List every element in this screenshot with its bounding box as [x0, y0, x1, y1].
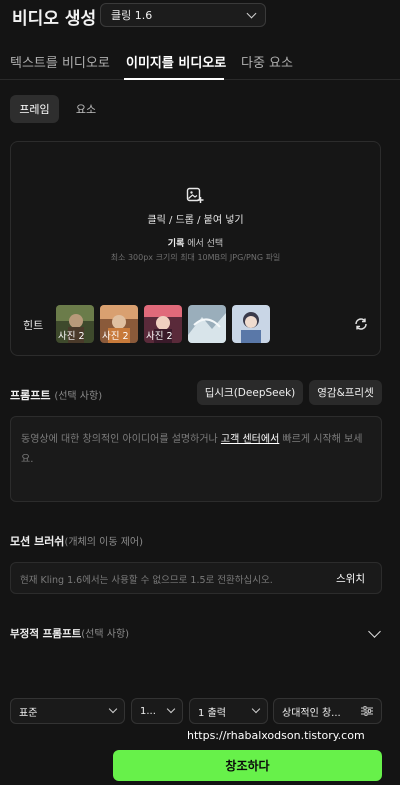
tab-image-to-video[interactable]: 이미지를 비디오로 — [126, 52, 226, 71]
refresh-icon[interactable] — [354, 317, 368, 331]
relative-settings-value: 상대적인 창... — [282, 707, 341, 719]
hint-thumbnail[interactable]: 사진 2 장 — [56, 305, 94, 343]
switch-button[interactable]: 스위치 — [336, 571, 365, 586]
hint-label: 힌트 — [23, 319, 44, 332]
active-tab-indicator — [124, 78, 224, 80]
image-add-icon — [186, 187, 204, 203]
prompt-placeholder-start: 동영상에 대한 창의적인 아이디어를 설명하거나 — [21, 434, 221, 445]
prompt-optional: (선택 사항) — [54, 391, 103, 402]
output-count-value: 1 출력 — [198, 707, 226, 719]
subtab-element[interactable]: 요소 — [66, 95, 106, 123]
thumbnail-caption: 사진 2 장 — [102, 331, 129, 342]
model-select[interactable]: 클링 1.6 — [100, 3, 266, 27]
mode-tabs: 텍스트를 비디오로 이미지를 비디오로 다중 요소 — [0, 42, 400, 80]
record-suffix: 에서 선택 — [184, 239, 224, 249]
generate-button[interactable]: 창조하다 — [113, 750, 382, 781]
output-count-select[interactable]: 1 출력 — [189, 698, 268, 724]
prompt-label: 프롬프트 (선택 사항) — [10, 387, 102, 403]
chevron-down-icon — [108, 704, 118, 714]
hint-thumbnail[interactable]: 사진 2 장 — [144, 305, 182, 343]
inspiration-presets-button[interactable]: 영감&프리셋 — [309, 380, 382, 405]
upload-requirements: 최소 300px 크기의 최대 10MB의 JPG/PNG 파일 — [110, 253, 281, 262]
hint-thumbnail[interactable] — [232, 305, 270, 343]
tab-multi-element[interactable]: 다중 요소 — [241, 52, 293, 71]
thumbnail-image — [232, 305, 270, 343]
upload-record-line: 기록 에서 선택 — [0, 236, 391, 249]
motion-brush-label-text: 모션 브러쉬 — [10, 535, 65, 548]
mode-select-value: 표준 — [19, 707, 38, 719]
prompt-label-text: 프롬프트 — [10, 389, 51, 402]
aspect-ratio-value: 1... — [140, 705, 156, 717]
motion-brush-note: (개체의 이동 제어) — [64, 537, 143, 548]
mode-select[interactable]: 표준 — [10, 698, 125, 724]
chevron-down-icon[interactable] — [368, 625, 381, 638]
sliders-icon — [361, 706, 373, 716]
tab-text-to-video[interactable]: 텍스트를 비디오로 — [10, 52, 110, 71]
negative-prompt-label-text: 부정적 프롬프트 — [10, 628, 82, 640]
relative-settings-select[interactable]: 상대적인 창... — [273, 698, 382, 724]
negative-prompt-label[interactable]: 부정적 프롬프트(선택 사항) — [10, 625, 129, 641]
upload-instruction: 클릭 / 드롭 / 붙여 넣기 — [147, 215, 244, 226]
negative-prompt-optional: (선택 사항) — [81, 629, 130, 640]
prompt-textarea[interactable]: 동영상에 대한 창의적인 아이디어를 설명하거나 고객 센터에서 빠르게 시작해… — [10, 416, 382, 502]
watermark-url: https://rhabalxodson.tistory.com — [187, 729, 365, 742]
motion-brush-message: 현재 Kling 1.6에서는 사용할 수 없으므로 1.5로 전환하십시오. — [20, 575, 273, 586]
chevron-down-icon — [246, 8, 257, 18]
subtab-frame[interactable]: 프레임 — [10, 95, 59, 123]
record-link[interactable]: 기록 — [168, 239, 185, 249]
deepseek-button[interactable]: 딥시크(DeepSeek) — [197, 380, 303, 405]
chevron-down-icon — [251, 704, 261, 714]
thumbnail-image — [188, 305, 226, 343]
model-select-value: 클링 1.6 — [111, 9, 153, 22]
page-title: 비디오 생성 — [12, 9, 97, 29]
aspect-ratio-select[interactable]: 1... — [131, 698, 183, 724]
chevron-down-icon — [166, 704, 176, 714]
help-center-link[interactable]: 고객 센터에서 — [221, 434, 279, 445]
hint-thumbnail[interactable]: 사진 2 장 — [100, 305, 138, 343]
motion-brush-label: 모션 브러쉬(개체의 이동 제어) — [10, 533, 143, 549]
thumbnail-caption: 사진 2 장 — [146, 331, 173, 342]
thumbnail-caption: 사진 2 장 — [58, 331, 85, 342]
hint-thumbnail[interactable] — [188, 305, 226, 343]
